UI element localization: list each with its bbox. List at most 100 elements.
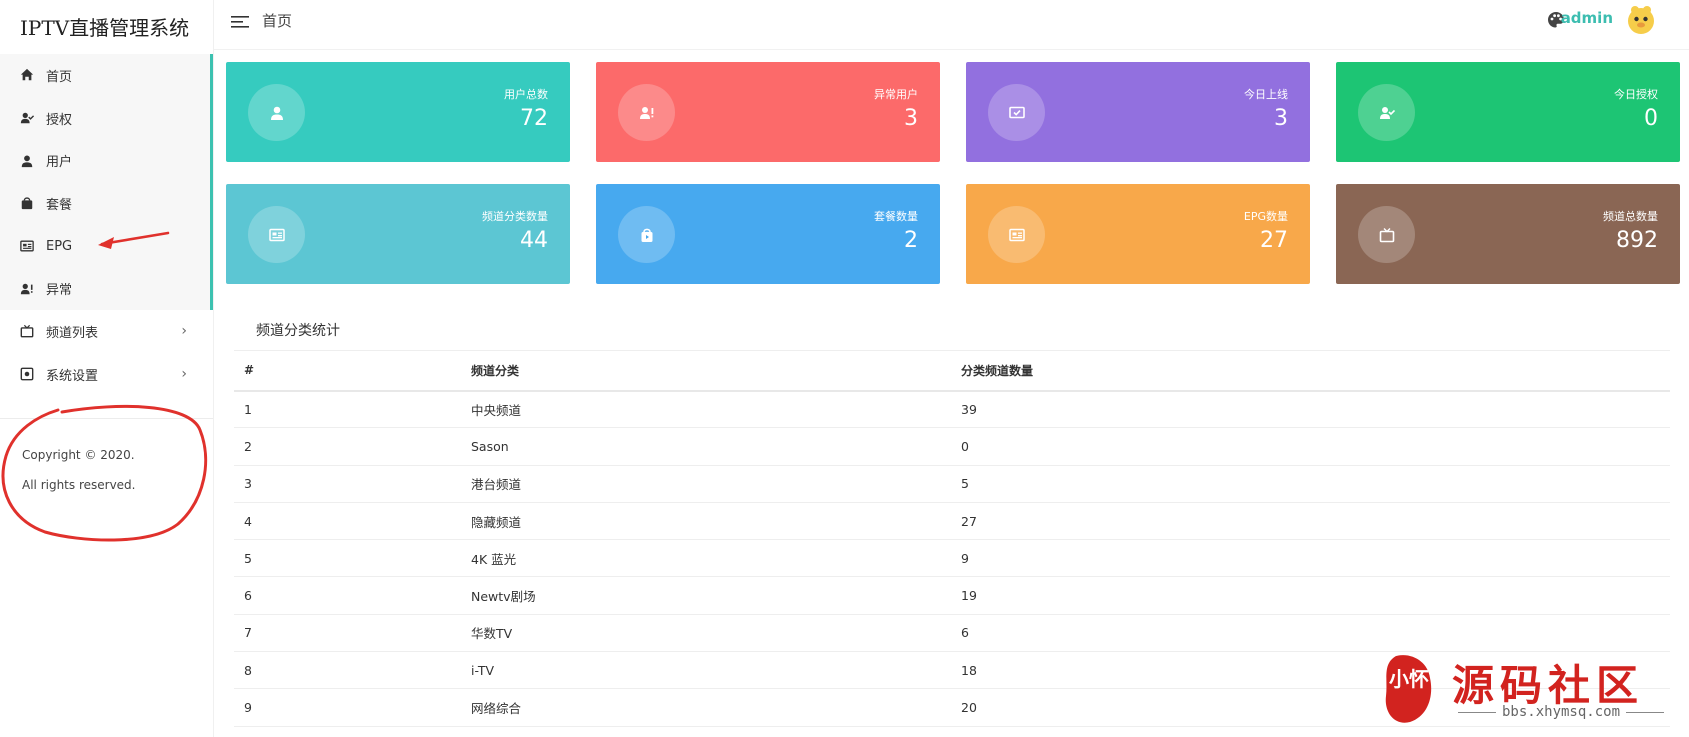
table-header-row: # 频道分类 分类频道数量: [234, 350, 1670, 392]
sidebar-item-label: 异常: [46, 283, 73, 299]
stat-label: EPG数量: [1243, 210, 1288, 223]
cell-count: 6: [951, 614, 1670, 653]
user-icon: [20, 154, 34, 168]
stat-card-online-today[interactable]: 今日上线 3: [966, 62, 1310, 162]
cell-count: 39: [951, 390, 1670, 429]
stat-card-auth-today[interactable]: 今日授权 0: [1336, 62, 1680, 162]
stat-card-channel-categories[interactable]: 频道分类数量 44: [226, 184, 570, 284]
user-check-icon: [20, 111, 34, 125]
cell-index: 7: [234, 614, 461, 653]
user-menu-name[interactable]: admin: [1561, 9, 1613, 27]
stat-card-total-channels[interactable]: 频道总数量 892: [1336, 184, 1680, 284]
column-header-category[interactable]: 频道分类: [461, 350, 706, 392]
main-content: 用户总数 72 异常用户 3 今日上线 3 今日授权 0 频道分类数量 44 套…: [214, 50, 1689, 737]
cell-category: 中央频道: [461, 390, 706, 429]
cell-index: 3: [234, 465, 461, 503]
stat-card-packages[interactable]: 套餐数量 2: [596, 184, 940, 284]
cell-blank: [706, 390, 951, 429]
red-circle-annotation: [1, 404, 208, 542]
stat-value: 27: [1260, 228, 1288, 253]
table-row: 6 Newtv剧场 19: [234, 576, 1670, 615]
stat-label: 今日授权: [1614, 88, 1658, 101]
page-title: 首页: [262, 12, 293, 30]
sidebar-item-label: 用户: [46, 155, 73, 171]
column-header-count[interactable]: 分类频道数量: [951, 350, 1670, 392]
stat-card-epg[interactable]: EPG数量 27: [966, 184, 1310, 284]
table-row: 3 港台频道 5: [234, 465, 1670, 503]
user-icon: [248, 84, 305, 141]
epg-icon: [248, 206, 305, 263]
stat-label: 异常用户: [874, 88, 918, 101]
tv-icon: [1358, 206, 1415, 263]
cell-index: 2: [234, 427, 461, 466]
stat-value: 3: [1274, 106, 1288, 131]
cell-count: 9: [951, 539, 1670, 578]
cell-category: 华数TV: [461, 614, 706, 653]
sidebar-item-package[interactable]: 套餐: [0, 182, 210, 225]
table-row: 7 华数TV 6: [234, 614, 1670, 653]
sidebar-item-label: 套餐: [46, 197, 73, 213]
cell-count: 5: [951, 465, 1670, 503]
settings-icon: [20, 367, 34, 381]
cell-category: Newtv剧场: [461, 576, 706, 615]
sidebar-active-group: 首页 授权 用户 套餐 EPG 异常: [0, 54, 213, 311]
sidebar-item-users[interactable]: 用户: [0, 139, 210, 182]
sidebar-item-label: EPG: [46, 238, 73, 254]
cell-blank: [706, 465, 951, 503]
watermark: 小怀 源码社区 bbs.xhymsq.com: [1370, 650, 1670, 730]
stat-value: 44: [520, 228, 548, 253]
cell-category: 4K 蓝光: [461, 539, 706, 578]
table-row: 1 中央频道 39: [234, 390, 1670, 429]
stat-card-total-users[interactable]: 用户总数 72: [226, 62, 570, 162]
sidebar-item-home[interactable]: 首页: [0, 54, 210, 97]
tv-icon: [20, 324, 34, 338]
stat-value: 892: [1616, 228, 1658, 253]
cell-index: 8: [234, 651, 461, 690]
cell-category: 港台频道: [461, 465, 706, 503]
chevron-right-icon: ›: [181, 366, 187, 383]
avatar[interactable]: [1625, 4, 1657, 36]
sidebar-item-label: 授权: [46, 112, 73, 128]
section-title: 频道分类统计: [256, 323, 340, 339]
cell-index: 6: [234, 576, 461, 615]
sidebar-item-label: 系统设置: [46, 368, 99, 384]
cell-blank: [706, 427, 951, 466]
stat-label: 用户总数: [504, 88, 548, 101]
column-header-index[interactable]: #: [234, 350, 461, 392]
watermark-url: bbs.xhymsq.com: [1452, 704, 1670, 720]
sidebar-nav: 首页 授权 用户 套餐 EPG 异常 频道列表 › 系统设置 ›: [0, 54, 213, 396]
bag-icon: [618, 206, 675, 263]
cell-count: 0: [951, 427, 1670, 466]
cell-category: 隐藏频道: [461, 502, 706, 541]
menu-toggle-icon[interactable]: [230, 12, 250, 32]
cell-index: 5: [234, 539, 461, 578]
cell-index: 9: [234, 688, 461, 727]
sidebar-item-label: 首页: [46, 69, 73, 85]
sidebar-item-abnormal[interactable]: 异常: [0, 267, 210, 310]
home-icon: [20, 68, 34, 82]
cell-category: 网络综合: [461, 688, 706, 727]
bag-icon: [20, 196, 34, 210]
cell-blank: [706, 502, 951, 541]
epg-icon: [20, 239, 34, 253]
watermark-seal-text: 小怀: [1389, 667, 1429, 691]
topbar: 首页 admin: [214, 0, 1689, 50]
sidebar-item-label: 频道列表: [46, 325, 99, 341]
red-arrow-annotation: [98, 231, 170, 249]
sidebar-collapsible-group: 频道列表 › 系统设置 ›: [0, 310, 213, 396]
sidebar-item-auth[interactable]: 授权: [0, 97, 210, 140]
stat-value: 72: [520, 106, 548, 131]
sidebar-item-system-settings[interactable]: 系统设置 ›: [0, 353, 213, 396]
screen-check-icon: [988, 84, 1045, 141]
table-row: 5 4K 蓝光 9: [234, 539, 1670, 578]
cell-count: 27: [951, 502, 1670, 541]
stat-label: 套餐数量: [874, 210, 918, 223]
stat-label: 今日上线: [1244, 88, 1288, 101]
column-header-blank: [706, 350, 951, 392]
sidebar-item-channel-list[interactable]: 频道列表 ›: [0, 310, 213, 353]
epg-icon: [988, 206, 1045, 263]
user-check-icon: [1358, 84, 1415, 141]
cell-blank: [706, 688, 951, 727]
stat-card-abnormal-users[interactable]: 异常用户 3: [596, 62, 940, 162]
stat-label: 频道总数量: [1603, 210, 1658, 223]
